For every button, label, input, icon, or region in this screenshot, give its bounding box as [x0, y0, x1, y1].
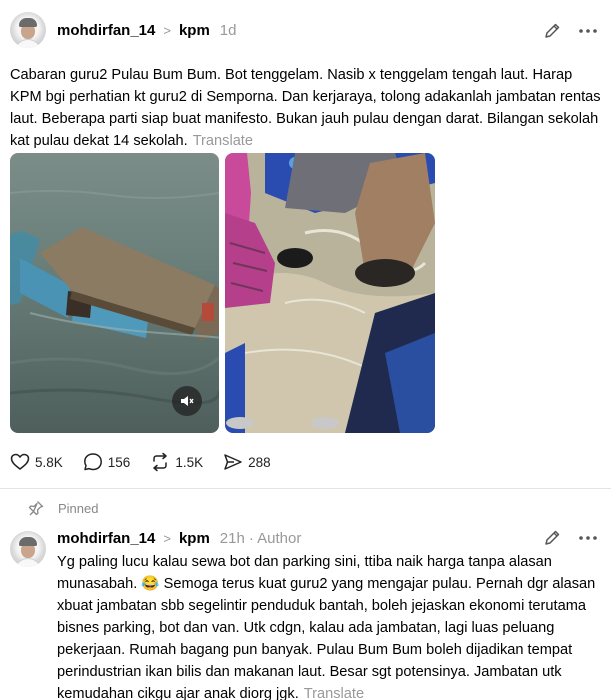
pencil-icon[interactable]: [543, 22, 561, 40]
pinned-label: Pinned: [58, 500, 99, 516]
reply-meta: mohdirfan_14 > kpm 21h · Author: [57, 528, 301, 548]
heart-icon: [10, 453, 30, 470]
post-text: Cabaran guru2 Pulau Bum Bum. Bot tenggel…: [10, 64, 602, 152]
more-dots-icon[interactable]: [578, 28, 598, 34]
main-post: mohdirfan_14 > kpm 1d Cabaran guru2 Pula…: [0, 0, 611, 488]
pinned-indicator: Pinned: [28, 500, 98, 516]
send-paper-plane-icon: [224, 454, 242, 470]
topic-tag[interactable]: kpm: [179, 22, 210, 39]
speaker-muted-icon: [181, 396, 194, 406]
repost-button[interactable]: 1.5K: [150, 452, 203, 472]
pencil-icon[interactable]: [543, 529, 561, 547]
reply-text: Yg paling lucu kalau sewa bot dan parkin…: [57, 551, 602, 700]
reply-time: 21h: [219, 529, 245, 547]
avatar[interactable]: [10, 12, 46, 48]
like-count: 5.8K: [35, 454, 63, 470]
translate-link[interactable]: Translate: [193, 133, 253, 149]
laughing-emoji: 😂: [141, 576, 160, 592]
pinned-reply: Pinned mohdirfan_14 > kpm 21h · Author Y…: [0, 489, 611, 700]
post-actions: 5.8K 156 1.5K 288: [10, 451, 291, 473]
username[interactable]: mohdirfan_14: [57, 22, 155, 39]
flooded-boat-image: [225, 153, 435, 433]
repost-arrows-icon: [153, 452, 168, 472]
comment-bubble-icon: [83, 453, 102, 471]
topic-tag[interactable]: kpm: [179, 530, 210, 547]
repost-count: 1.5K: [175, 454, 204, 470]
comment-count: 156: [107, 454, 131, 470]
pin-icon: [28, 501, 44, 516]
chevron-right-icon: >: [163, 530, 171, 546]
like-button[interactable]: 5.8K: [10, 453, 63, 471]
comment-button[interactable]: 156: [83, 452, 131, 472]
share-count: 288: [248, 454, 271, 470]
reply-body-part2: Semoga terus kuat guru2 yang mengajar pu…: [57, 576, 596, 700]
username[interactable]: mohdirfan_14: [57, 530, 155, 547]
mute-toggle[interactable]: [172, 386, 202, 416]
avatar[interactable]: [10, 531, 46, 567]
chevron-right-icon: >: [163, 22, 171, 38]
post-meta: mohdirfan_14 > kpm 1d: [57, 20, 236, 40]
share-button[interactable]: 288: [223, 452, 271, 472]
image-flooded-boat[interactable]: [225, 153, 435, 433]
translate-link[interactable]: Translate: [304, 686, 364, 700]
author-label: · Author: [248, 529, 302, 547]
more-dots-icon[interactable]: [578, 535, 598, 541]
video-sunken-boat[interactable]: [10, 153, 219, 433]
post-time: 1d: [219, 21, 237, 39]
post-body: Cabaran guru2 Pulau Bum Bum. Bot tenggel…: [10, 67, 601, 149]
